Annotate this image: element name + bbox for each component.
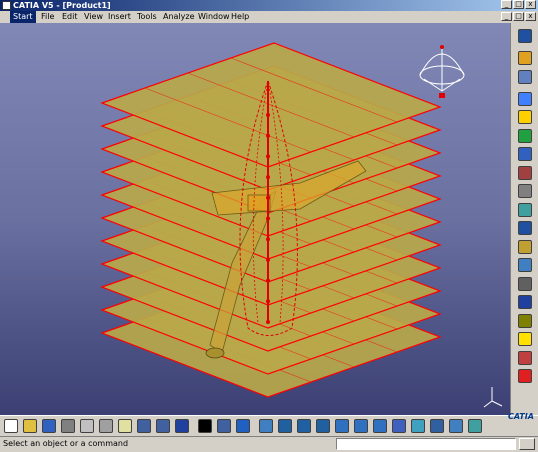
- menu-edit[interactable]: Edit: [62, 11, 78, 23]
- constraint-icon[interactable]: [518, 295, 532, 309]
- redo-icon[interactable]: [156, 419, 170, 433]
- 3d-viewport[interactable]: [0, 23, 510, 415]
- generate-numbering-icon[interactable]: [518, 202, 532, 217]
- workbench-icon[interactable]: [518, 29, 532, 43]
- window-title: CATIA V5 - [Product1]: [13, 1, 111, 10]
- swap-visible-icon[interactable]: [449, 419, 463, 433]
- menu-tools[interactable]: Tools: [137, 11, 157, 23]
- cut-icon[interactable]: [80, 419, 94, 433]
- rotate-icon[interactable]: [316, 419, 330, 433]
- smart-move-icon[interactable]: [518, 332, 532, 346]
- close-button[interactable]: x: [525, 0, 536, 9]
- snap-icon[interactable]: [518, 313, 532, 328]
- product-icon[interactable]: [518, 91, 532, 106]
- pan-icon[interactable]: [297, 419, 311, 433]
- catia-logo: CATIA: [508, 412, 534, 421]
- component-icon[interactable]: [518, 110, 532, 124]
- command-button[interactable]: [519, 438, 535, 450]
- graph-order-icon[interactable]: [518, 184, 532, 198]
- menu-window[interactable]: Window: [198, 11, 230, 23]
- status-message: Select an object or a command: [3, 439, 129, 448]
- catalog-icon[interactable]: [217, 419, 231, 433]
- select-icon[interactable]: [518, 51, 532, 65]
- command-input[interactable]: [336, 438, 516, 450]
- print-icon[interactable]: [61, 419, 75, 433]
- right-toolbar: [510, 23, 538, 415]
- window-controls: _ □ x: [501, 0, 536, 9]
- whats-this-icon[interactable]: [175, 419, 189, 433]
- maximize-button[interactable]: □: [513, 0, 524, 9]
- part-icon[interactable]: [518, 128, 532, 143]
- menu-file[interactable]: File: [41, 11, 54, 23]
- zoom-out-icon[interactable]: [354, 419, 368, 433]
- copy-icon[interactable]: [99, 419, 113, 433]
- viewport-scene: [100, 42, 503, 408]
- reorder-icon[interactable]: [518, 276, 532, 291]
- paste-icon[interactable]: [118, 419, 132, 433]
- undo-icon[interactable]: [137, 419, 151, 433]
- explode-icon[interactable]: [518, 350, 532, 365]
- open-icon[interactable]: [23, 419, 37, 433]
- title-bar: CATIA V5 - [Product1] _ □ x: [0, 0, 538, 11]
- hide-show-icon[interactable]: [430, 419, 444, 433]
- catia-app-icon: [2, 1, 11, 10]
- document-window-controls: _ □ x: [501, 12, 536, 21]
- multi-instantiation-icon[interactable]: [518, 239, 532, 254]
- view-mode-icon[interactable]: [411, 419, 425, 433]
- menu-start[interactable]: Start: [10, 11, 36, 23]
- new-icon[interactable]: [4, 419, 18, 433]
- existing-component-icon[interactable]: [518, 147, 532, 161]
- menu-view[interactable]: View: [84, 11, 103, 23]
- axis-triad-icon: [483, 387, 503, 408]
- minimize-button[interactable]: _: [501, 0, 512, 9]
- menu-bar: Start File Edit View Insert Tools Analyz…: [0, 11, 538, 23]
- doc-minimize-button[interactable]: _: [501, 12, 512, 21]
- stop-manipulate-icon[interactable]: [518, 369, 532, 383]
- save-icon[interactable]: [42, 419, 56, 433]
- measure-icon[interactable]: [468, 419, 482, 433]
- space-analysis-icon[interactable]: [518, 69, 532, 84]
- formula-icon[interactable]: [198, 419, 212, 433]
- menu-help[interactable]: Help: [231, 11, 249, 23]
- replace-icon[interactable]: [518, 165, 532, 180]
- doc-restore-button[interactable]: □: [513, 12, 524, 21]
- status-bar: Select an object or a command: [0, 436, 538, 452]
- plane-stack: [100, 42, 442, 398]
- normal-view-icon[interactable]: [373, 419, 387, 433]
- menu-analyze[interactable]: Analyze: [163, 11, 195, 23]
- multi-view-icon[interactable]: [392, 419, 406, 433]
- zoom-in-icon[interactable]: [335, 419, 349, 433]
- menu-insert[interactable]: Insert: [108, 11, 131, 23]
- fit-all-icon[interactable]: [278, 419, 292, 433]
- fast-multi-instantiation-icon[interactable]: [518, 258, 532, 272]
- fly-mode-icon[interactable]: [259, 419, 273, 433]
- doc-close-button[interactable]: x: [525, 12, 536, 21]
- graph-tree-icon[interactable]: [236, 419, 250, 433]
- bottom-toolbar: [0, 415, 538, 436]
- compass-icon[interactable]: [419, 45, 465, 98]
- bom-icon[interactable]: [518, 221, 532, 235]
